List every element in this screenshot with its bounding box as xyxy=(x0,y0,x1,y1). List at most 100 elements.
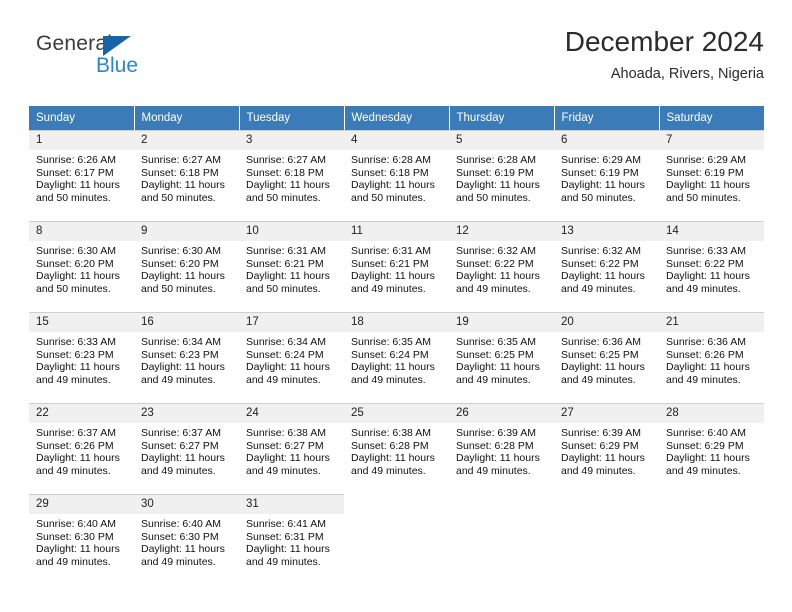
calendar-day-cell[interactable]: 5 Sunrise: 6:28 AM Sunset: 6:19 PM Daylight… xyxy=(449,130,554,221)
day-info: Sunrise: 6:31 AM Sunset: 6:21 PM Daylight:… xyxy=(239,241,344,295)
daylight-text-line2: and 49 minutes. xyxy=(456,282,531,295)
calendar-day-cell[interactable]: 8 Sunrise: 6:30 AM Sunset: 6:20 PM Daylight… xyxy=(29,220,134,312)
daylight-text-line1: Daylight: 11 hours xyxy=(351,452,435,465)
day-info: Sunrise: 6:35 AM Sunset: 6:24 PM Daylight:… xyxy=(344,332,449,386)
daylight-text-line1: Daylight: 11 hours xyxy=(141,361,225,374)
calendar-day-cell[interactable]: 31 Sunrise: 6:41 AM Sunset: 6:31 PM Dayligh… xyxy=(239,493,344,585)
title-block: December 2024 Ahoada, Rivers, Nigeria xyxy=(565,24,764,83)
daylight-text-line1: Daylight: 11 hours xyxy=(36,543,120,556)
empty-cell xyxy=(344,494,449,584)
general-blue-logo[interactable]: General Blue xyxy=(36,32,236,88)
sunset-text: Sunset: 6:19 PM xyxy=(666,166,744,179)
calendar-week-row: 22 Sunrise: 6:37 AM Sunset: 6:26 PM Dayligh… xyxy=(29,402,764,494)
sunrise-text: Sunrise: 6:34 AM xyxy=(141,336,221,348)
calendar-day-cell[interactable]: 10 Sunrise: 6:31 AM Sunset: 6:21 PM Dayligh… xyxy=(239,220,344,312)
sunrise-text: Sunrise: 6:31 AM xyxy=(246,245,326,257)
calendar-day-cell[interactable]: 23 Sunrise: 6:37 AM Sunset: 6:27 PM Dayligh… xyxy=(134,402,239,494)
daylight-text-line1: Daylight: 11 hours xyxy=(351,179,435,192)
calendar-day-cell[interactable]: 16 Sunrise: 6:34 AM Sunset: 6:23 PM Dayligh… xyxy=(134,311,239,403)
calendar-day-cell[interactable]: 28 Sunrise: 6:40 AM Sunset: 6:29 PM Dayligh… xyxy=(659,402,764,494)
sunset-text: Sunset: 6:19 PM xyxy=(456,166,534,179)
calendar-day-cell[interactable]: 30 Sunrise: 6:40 AM Sunset: 6:30 PM Dayligh… xyxy=(134,493,239,585)
day-number: 12 xyxy=(449,222,554,241)
daylight-text-line2: and 50 minutes. xyxy=(36,282,111,295)
day-cell-content: 31 Sunrise: 6:41 AM Sunset: 6:31 PM Dayligh… xyxy=(239,494,344,584)
calendar-cell-empty xyxy=(554,493,659,585)
calendar-day-cell[interactable]: 25 Sunrise: 6:38 AM Sunset: 6:28 PM Dayligh… xyxy=(344,402,449,494)
calendar-day-cell[interactable]: 4 Sunrise: 6:28 AM Sunset: 6:18 PM Daylight… xyxy=(344,130,449,221)
calendar-day-cell[interactable]: 3 Sunrise: 6:27 AM Sunset: 6:18 PM Daylight… xyxy=(239,130,344,221)
sunrise-text: Sunrise: 6:27 AM xyxy=(246,154,326,166)
day-cell-content: 9 Sunrise: 6:30 AM Sunset: 6:20 PM Daylight… xyxy=(134,221,239,311)
calendar-day-cell[interactable]: 12 Sunrise: 6:32 AM Sunset: 6:22 PM Dayligh… xyxy=(449,220,554,312)
calendar-day-cell[interactable]: 15 Sunrise: 6:33 AM Sunset: 6:23 PM Dayligh… xyxy=(29,311,134,403)
day-cell-content: 22 Sunrise: 6:37 AM Sunset: 6:26 PM Dayligh… xyxy=(29,403,134,493)
day-info: Sunrise: 6:28 AM Sunset: 6:19 PM Daylight:… xyxy=(449,150,554,204)
day-cell-content: 19 Sunrise: 6:35 AM Sunset: 6:25 PM Dayligh… xyxy=(449,312,554,402)
sunrise-text: Sunrise: 6:28 AM xyxy=(351,154,431,166)
daylight-text-line1: Daylight: 11 hours xyxy=(456,452,540,465)
daylight-text-line2: and 49 minutes. xyxy=(666,282,741,295)
calendar-day-cell[interactable]: 1 Sunrise: 6:26 AM Sunset: 6:17 PM Daylight… xyxy=(29,130,134,221)
calendar-day-cell[interactable]: 29 Sunrise: 6:40 AM Sunset: 6:30 PM Dayligh… xyxy=(29,493,134,585)
sunset-text: Sunset: 6:26 PM xyxy=(666,348,744,361)
weekday-header-thursday: Thursday xyxy=(449,106,555,130)
day-cell-content: 30 Sunrise: 6:40 AM Sunset: 6:30 PM Dayligh… xyxy=(134,494,239,584)
calendar-day-cell[interactable]: 9 Sunrise: 6:30 AM Sunset: 6:20 PM Daylight… xyxy=(134,220,239,312)
calendar-week-row: 29 Sunrise: 6:40 AM Sunset: 6:30 PM Dayligh… xyxy=(29,493,764,585)
weekday-header-friday: Friday xyxy=(554,106,660,130)
day-cell-content: 4 Sunrise: 6:28 AM Sunset: 6:18 PM Daylight… xyxy=(344,130,449,220)
daylight-text-line2: and 50 minutes. xyxy=(246,191,321,204)
daylight-text-line2: and 49 minutes. xyxy=(561,282,636,295)
calendar-day-cell[interactable]: 22 Sunrise: 6:37 AM Sunset: 6:26 PM Dayligh… xyxy=(29,402,134,494)
daylight-text-line1: Daylight: 11 hours xyxy=(456,270,540,283)
weekday-header-sunday: Sunday xyxy=(29,106,135,130)
calendar-day-cell[interactable]: 20 Sunrise: 6:36 AM Sunset: 6:25 PM Dayligh… xyxy=(554,311,659,403)
calendar-page: General Blue December 2024 Ahoada, River… xyxy=(0,0,792,612)
daylight-text-line1: Daylight: 11 hours xyxy=(36,179,120,192)
day-info: Sunrise: 6:39 AM Sunset: 6:28 PM Daylight:… xyxy=(449,423,554,477)
day-number: 30 xyxy=(134,495,239,514)
calendar-day-cell[interactable]: 17 Sunrise: 6:34 AM Sunset: 6:24 PM Dayligh… xyxy=(239,311,344,403)
weekday-header-saturday: Saturday xyxy=(659,106,764,130)
sunset-text: Sunset: 6:27 PM xyxy=(141,439,219,452)
day-info: Sunrise: 6:33 AM Sunset: 6:23 PM Daylight:… xyxy=(29,332,134,386)
day-cell-content: 8 Sunrise: 6:30 AM Sunset: 6:20 PM Daylight… xyxy=(29,221,134,311)
calendar-day-cell[interactable]: 24 Sunrise: 6:38 AM Sunset: 6:27 PM Dayligh… xyxy=(239,402,344,494)
sunset-text: Sunset: 6:25 PM xyxy=(456,348,534,361)
page-header: General Blue December 2024 Ahoada, River… xyxy=(29,24,764,98)
sunset-text: Sunset: 6:29 PM xyxy=(561,439,639,452)
sunset-text: Sunset: 6:19 PM xyxy=(561,166,639,179)
day-cell-content: 18 Sunrise: 6:35 AM Sunset: 6:24 PM Dayligh… xyxy=(344,312,449,402)
day-number: 26 xyxy=(449,404,554,423)
calendar-day-cell[interactable]: 14 Sunrise: 6:33 AM Sunset: 6:22 PM Dayligh… xyxy=(659,220,764,312)
day-cell-content: 16 Sunrise: 6:34 AM Sunset: 6:23 PM Dayligh… xyxy=(134,312,239,402)
logo-text-general: General xyxy=(36,32,113,55)
calendar-day-cell[interactable]: 13 Sunrise: 6:32 AM Sunset: 6:22 PM Dayligh… xyxy=(554,220,659,312)
day-number: 27 xyxy=(554,404,659,423)
day-number: 11 xyxy=(344,222,449,241)
calendar-day-cell[interactable]: 7 Sunrise: 6:29 AM Sunset: 6:19 PM Daylight… xyxy=(659,130,764,221)
daylight-text-line2: and 49 minutes. xyxy=(141,464,216,477)
day-number: 3 xyxy=(239,131,344,150)
sunset-text: Sunset: 6:30 PM xyxy=(36,530,114,543)
calendar-day-cell[interactable]: 26 Sunrise: 6:39 AM Sunset: 6:28 PM Dayligh… xyxy=(449,402,554,494)
calendar-day-cell[interactable]: 6 Sunrise: 6:29 AM Sunset: 6:19 PM Daylight… xyxy=(554,130,659,221)
calendar-day-cell[interactable]: 21 Sunrise: 6:36 AM Sunset: 6:26 PM Dayligh… xyxy=(659,311,764,403)
weekday-header-row: Sunday Monday Tuesday Wednesday Thursday… xyxy=(29,106,764,130)
day-info: Sunrise: 6:37 AM Sunset: 6:27 PM Daylight:… xyxy=(134,423,239,477)
day-number: 21 xyxy=(659,313,764,332)
daylight-text-line1: Daylight: 11 hours xyxy=(456,179,540,192)
day-info: Sunrise: 6:26 AM Sunset: 6:17 PM Daylight:… xyxy=(29,150,134,204)
calendar-day-cell[interactable]: 11 Sunrise: 6:31 AM Sunset: 6:21 PM Dayligh… xyxy=(344,220,449,312)
sunrise-text: Sunrise: 6:37 AM xyxy=(141,427,221,439)
daylight-text-line2: and 49 minutes. xyxy=(36,373,111,386)
calendar-day-cell[interactable]: 2 Sunrise: 6:27 AM Sunset: 6:18 PM Daylight… xyxy=(134,130,239,221)
day-info: Sunrise: 6:30 AM Sunset: 6:20 PM Daylight:… xyxy=(134,241,239,295)
day-info: Sunrise: 6:36 AM Sunset: 6:26 PM Daylight:… xyxy=(659,332,764,386)
day-cell-content: 12 Sunrise: 6:32 AM Sunset: 6:22 PM Dayligh… xyxy=(449,221,554,311)
calendar-day-cell[interactable]: 19 Sunrise: 6:35 AM Sunset: 6:25 PM Dayligh… xyxy=(449,311,554,403)
calendar-day-cell[interactable]: 18 Sunrise: 6:35 AM Sunset: 6:24 PM Dayligh… xyxy=(344,311,449,403)
day-cell-content: 10 Sunrise: 6:31 AM Sunset: 6:21 PM Dayligh… xyxy=(239,221,344,311)
calendar-day-cell[interactable]: 27 Sunrise: 6:39 AM Sunset: 6:29 PM Dayligh… xyxy=(554,402,659,494)
